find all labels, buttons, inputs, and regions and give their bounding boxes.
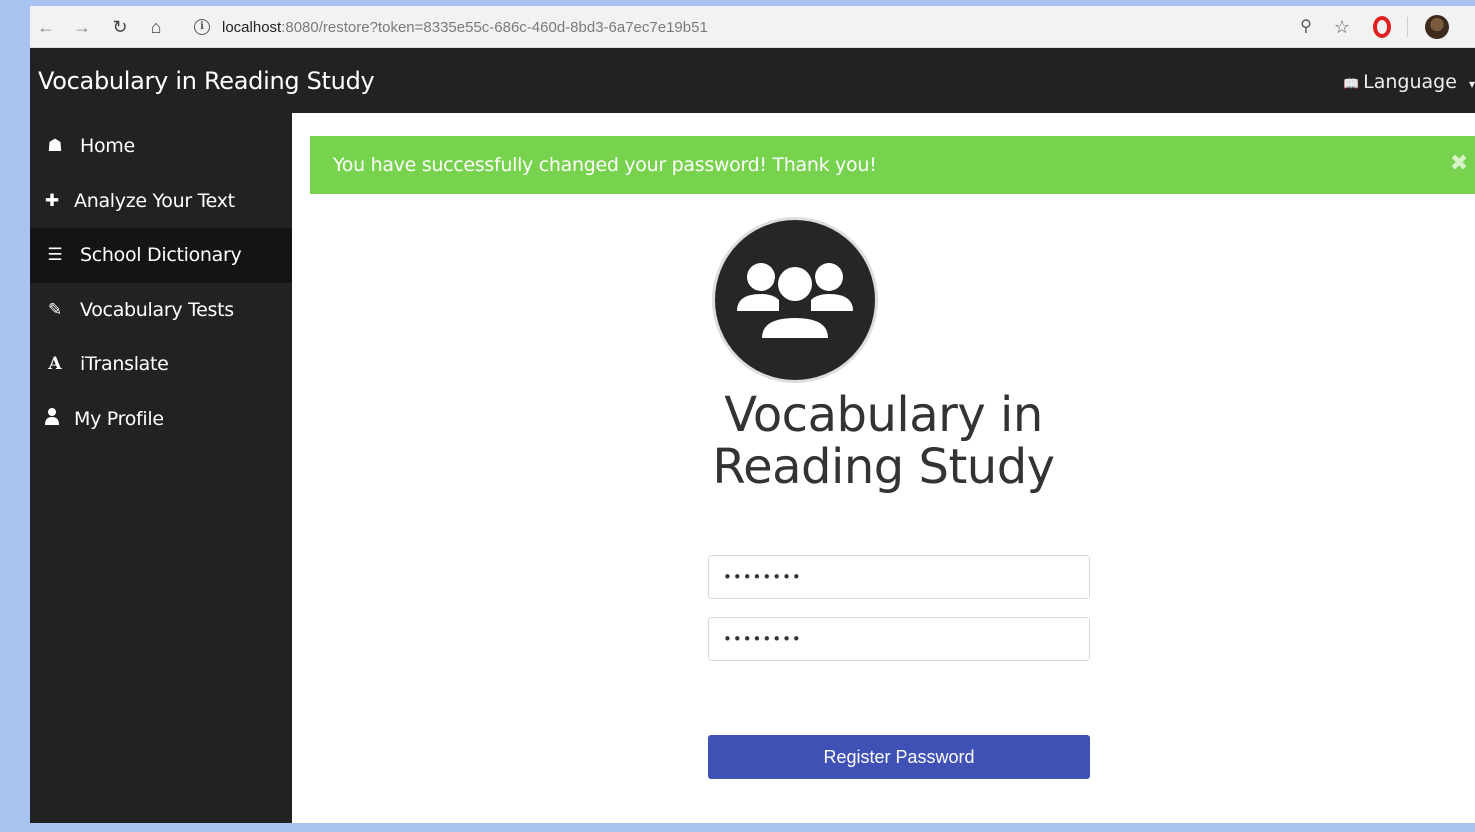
font-icon: A (48, 354, 62, 375)
sidebar-item-school-dictionary[interactable]: ☰ School Dictionary (30, 228, 292, 283)
sidebar-item-label: Home (80, 135, 135, 158)
opera-icon[interactable] (1373, 16, 1391, 38)
toolbar-divider (1407, 17, 1408, 37)
brand-title[interactable]: Vocabulary in Reading Study (38, 67, 375, 95)
url-text: localhost:8080/restore?token=8335e55c-68… (222, 19, 708, 36)
users-icon (737, 263, 853, 340)
main-content: You have successfully changed your passw… (292, 113, 1475, 823)
app-navbar: Vocabulary in Reading Study 📖 Language ▾ (30, 48, 1475, 113)
key-icon[interactable]: ⚲ (1295, 15, 1317, 39)
list-icon: ☰ (47, 245, 63, 266)
user-icon (30, 407, 74, 430)
alert-message: You have successfully changed your passw… (333, 154, 877, 176)
group-logo (712, 217, 878, 383)
sidebar-item-label: My Profile (74, 407, 164, 430)
sidebar-item-vocabulary-tests[interactable]: ✎ Vocabulary Tests (30, 283, 292, 338)
success-alert: You have successfully changed your passw… (310, 136, 1475, 194)
info-icon[interactable]: i (194, 19, 210, 35)
browser-toolbar: ← → ↻ ⌂ i localhost:8080/restore?token=8… (30, 6, 1475, 48)
register-password-button[interactable]: Register Password (708, 735, 1090, 779)
sidebar-item-label: Analyze Your Text (74, 189, 235, 212)
reload-icon[interactable]: ↻ (108, 15, 132, 39)
home-icon: ☗ (47, 136, 63, 157)
star-icon[interactable]: ☆ (1331, 15, 1353, 39)
sidebar-item-label: iTranslate (80, 353, 169, 376)
caret-down-icon: ▾ (1468, 77, 1475, 91)
address-bar[interactable]: i localhost:8080/restore?token=8335e55c-… (182, 12, 1292, 42)
language-label: Language (1363, 71, 1457, 93)
arrow-left-icon[interactable]: ← (34, 15, 58, 39)
site-title-line-2: Reading Study (712, 439, 1055, 495)
browser-window: ← → ↻ ⌂ i localhost:8080/restore?token=8… (30, 6, 1475, 823)
confirm-password-input[interactable] (708, 617, 1090, 661)
profile-avatar[interactable] (1425, 15, 1449, 39)
sidebar-item-label: School Dictionary (80, 244, 242, 267)
language-dropdown[interactable]: 📖 Language ▾ (1343, 71, 1475, 93)
sidebar-item-itranslate[interactable]: A iTranslate (30, 337, 292, 392)
edit-icon: ✎ (47, 299, 63, 320)
sidebar-item-analyze-your-text[interactable]: ✚ Analyze Your Text (30, 174, 292, 229)
close-icon[interactable]: ✖ (1450, 153, 1468, 175)
sidebar-item-home[interactable]: ☗ Home (30, 119, 292, 174)
plus-icon: ✚ (44, 190, 60, 211)
browser-extension-area: ⚲ ☆ (1275, 6, 1475, 48)
site-title-line-1: Vocabulary in (724, 387, 1043, 443)
sidebar: ☗ Home ✚ Analyze Your Text ☰ School Dict… (30, 113, 292, 823)
sidebar-item-my-profile[interactable]: My Profile (30, 392, 292, 447)
language-icon: 📖 (1342, 77, 1360, 92)
sidebar-item-label: Vocabulary Tests (80, 298, 234, 321)
new-password-input[interactable] (708, 555, 1090, 599)
home-icon[interactable]: ⌂ (144, 15, 168, 39)
arrow-right-icon[interactable]: → (70, 15, 94, 39)
